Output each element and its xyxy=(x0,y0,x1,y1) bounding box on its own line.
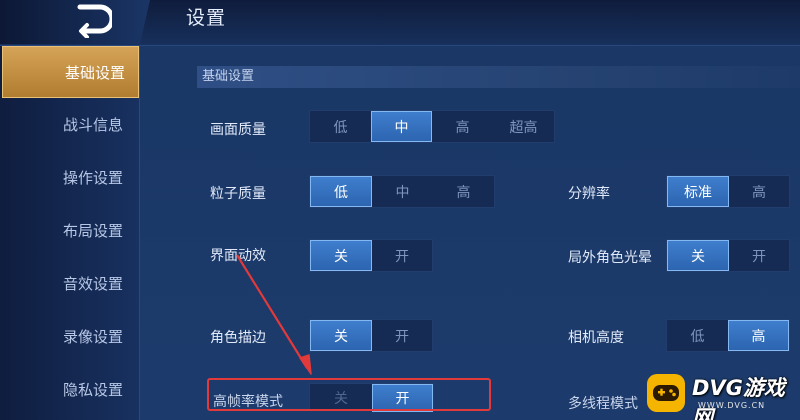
site-watermark: DVG游戏网 WWW.DVG.CN xyxy=(640,368,800,420)
gamepad-logo-icon xyxy=(647,374,685,412)
annotation-arrow-icon xyxy=(236,254,312,375)
annotation-highlight-box xyxy=(207,378,491,411)
watermark-text: DVG游戏网 xyxy=(692,376,785,420)
watermark-url: WWW.DVG.CN xyxy=(698,401,766,410)
